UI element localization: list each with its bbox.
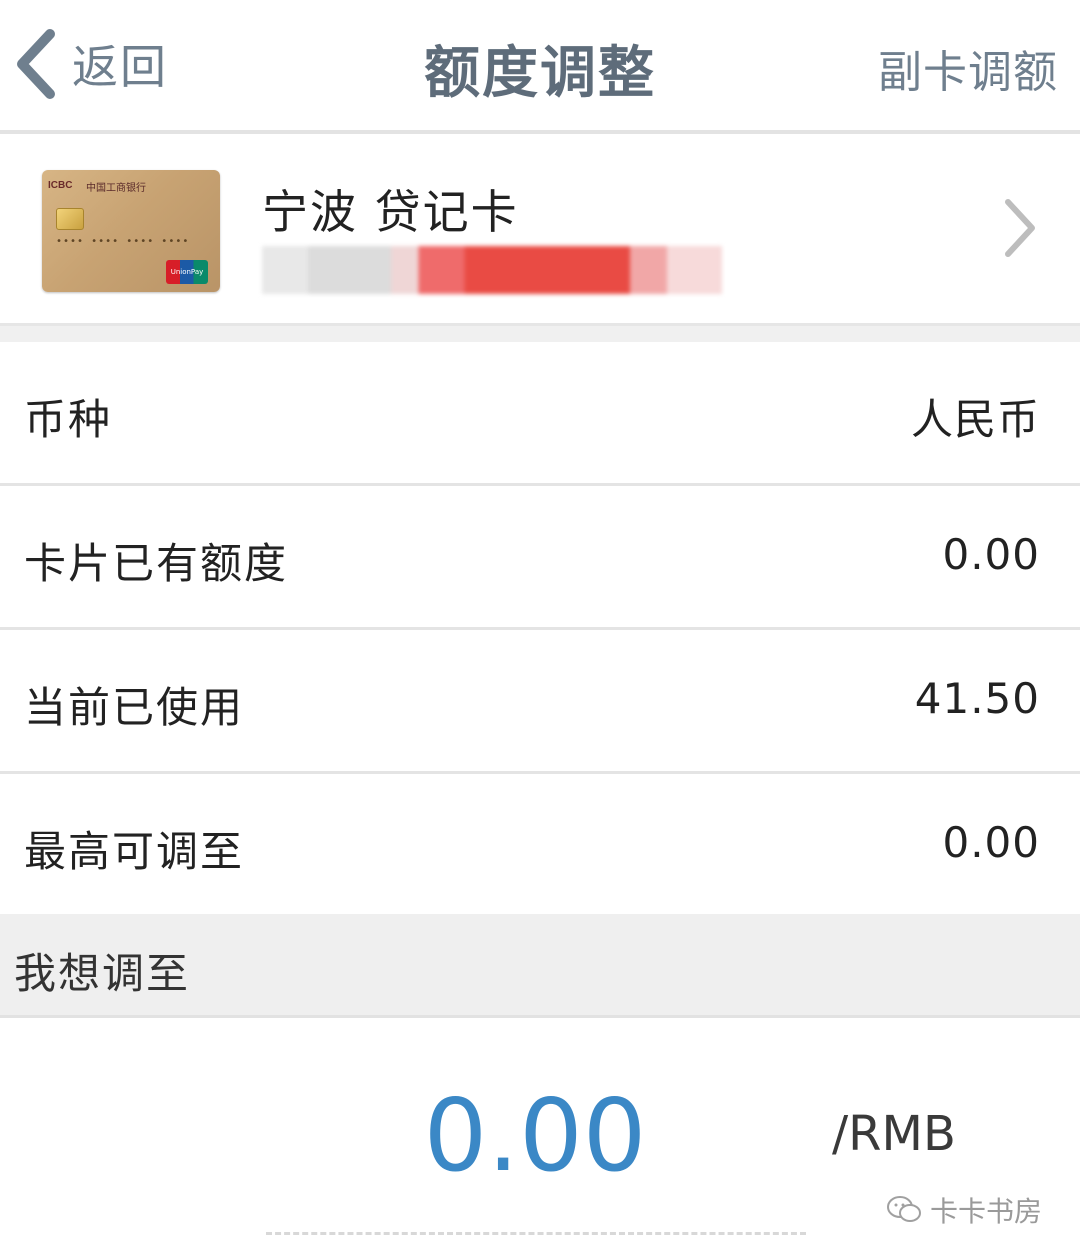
used-amount-label: 当前已使用: [24, 683, 245, 732]
section-divider: [0, 326, 1080, 342]
currency-unit: /RMB: [832, 1106, 956, 1162]
existing-limit-row: 卡片已有额度 0.00: [0, 486, 1080, 630]
credit-limit-adjust-page: 返回 额度调整 副卡调额 ICBC 中国工商银行 •••• •••• •••• …: [0, 0, 1080, 1255]
currency-label: 币种: [24, 395, 113, 444]
wechat-icon: [886, 1196, 921, 1222]
card-name: 宁波 贷记卡: [262, 185, 519, 239]
currency-row: 币种 人民币: [0, 342, 1080, 486]
amount-entry-area: /RMB 卡卡书房: [0, 1018, 1080, 1255]
used-amount-value: 41.50: [914, 674, 1040, 723]
credit-card-image: ICBC 中国工商银行 •••• •••• •••• •••• UnionPay: [42, 170, 220, 292]
max-adjustable-value: 0.00: [942, 818, 1040, 867]
existing-limit-value: 0.00: [942, 530, 1040, 579]
desired-amount-input[interactable]: [390, 1080, 680, 1190]
card-selector[interactable]: ICBC 中国工商银行 •••• •••• •••• •••• UnionPay…: [0, 138, 1080, 326]
desired-limit-section-header: 我想调至: [0, 914, 1080, 1018]
bank-logo: ICBC: [48, 180, 73, 191]
unionpay-logo: UnionPay: [166, 260, 208, 284]
input-underline: [266, 1232, 806, 1235]
limit-info-list: 币种 人民币 卡片已有额度 0.00 当前已使用 41.50 最高可调至 0.0…: [0, 342, 1080, 918]
card-chip-icon: [56, 208, 84, 230]
watermark: 卡卡书房: [886, 1190, 1042, 1230]
max-adjustable-row: 最高可调至 0.00: [0, 774, 1080, 918]
watermark-text: 卡卡书房: [929, 1195, 1042, 1228]
masked-card-number: [262, 246, 722, 294]
existing-limit-label: 卡片已有额度: [24, 539, 289, 588]
used-amount-row: 当前已使用 41.50: [0, 630, 1080, 774]
max-adjustable-label: 最高可调至: [24, 827, 245, 876]
bank-name: 中国工商银行: [86, 183, 146, 194]
supplementary-card-adjust-button[interactable]: 副卡调额: [878, 36, 1058, 100]
card-number-embossed: •••• •••• •••• ••••: [56, 236, 190, 247]
desired-limit-title: 我想调至: [14, 949, 191, 998]
top-nav-bar: 返回 额度调整 副卡调额: [0, 0, 1080, 134]
currency-value: 人民币: [910, 395, 1040, 444]
chevron-right-icon: [1005, 199, 1035, 257]
